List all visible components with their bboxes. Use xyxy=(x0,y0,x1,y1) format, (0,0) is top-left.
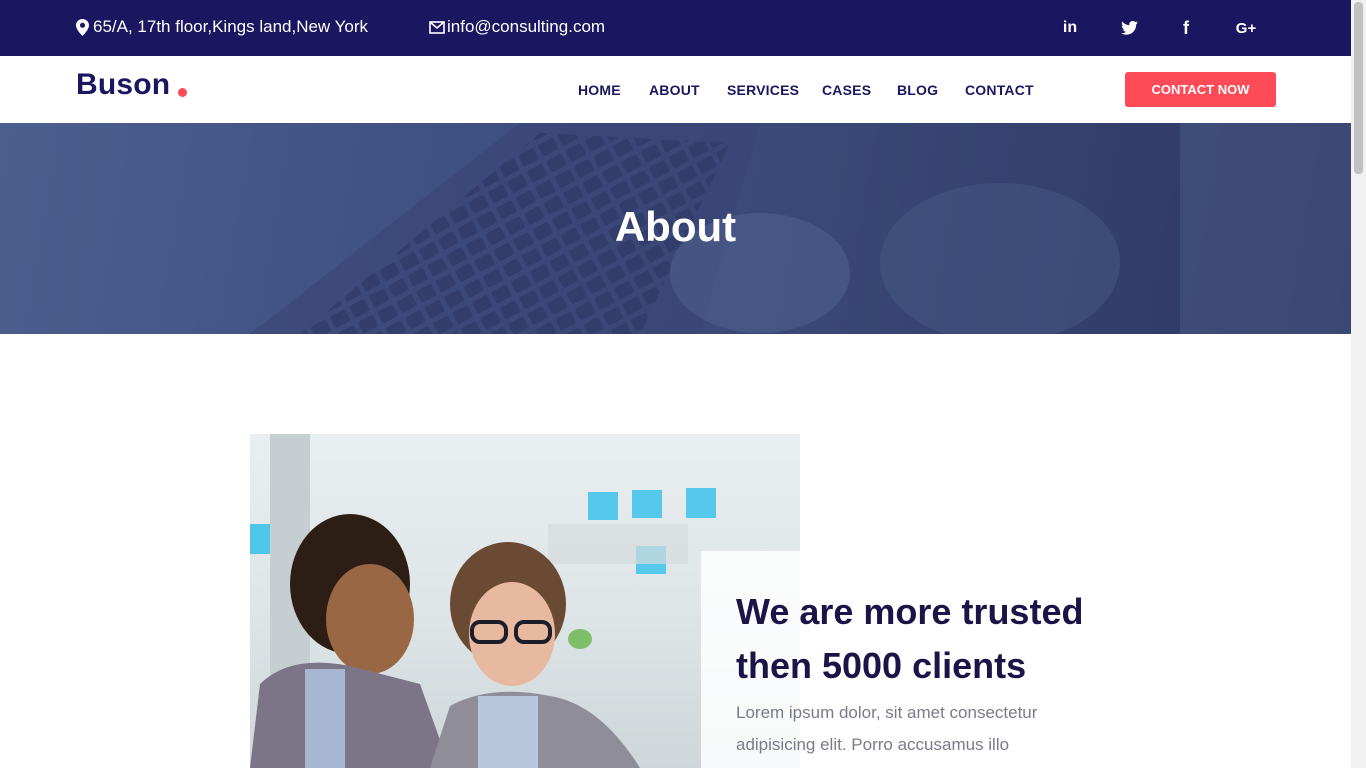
contact-now-button[interactable]: CONTACT NOW xyxy=(1125,72,1276,107)
google-plus-icon[interactable]: G+ xyxy=(1233,16,1259,40)
nav-contact[interactable]: CONTACT xyxy=(965,82,1034,98)
facebook-icon[interactable]: f xyxy=(1177,16,1195,40)
logo-dot xyxy=(178,88,187,97)
main-navbar: Buson HOME ABOUT SERVICES CASES BLOG CON… xyxy=(0,56,1351,123)
twitter-icon[interactable] xyxy=(1119,16,1139,40)
nav-home[interactable]: HOME xyxy=(578,82,621,98)
nav-about[interactable]: ABOUT xyxy=(649,82,700,98)
linkedin-icon[interactable]: in xyxy=(1060,16,1080,40)
about-heading: We are more trusted then 5000 clients xyxy=(736,591,1084,686)
address-text: 65/A, 17th floor,Kings land,New York xyxy=(93,17,369,36)
email-text[interactable]: info@consulting.com xyxy=(447,17,605,37)
page-banner: About xyxy=(0,123,1351,334)
logo[interactable]: Buson xyxy=(76,68,170,102)
scrollbar-thumb[interactable] xyxy=(1354,2,1363,174)
top-info-bar: 65/A, 17th floor,Kings land,New York inf… xyxy=(0,0,1351,56)
map-marker-icon xyxy=(76,18,89,36)
nav-cases[interactable]: CASES xyxy=(822,82,871,98)
page-scrollbar[interactable] xyxy=(1351,0,1366,768)
nav-blog[interactable]: BLOG xyxy=(897,82,938,98)
about-paragraph: Lorem ipsum dolor, sit amet consectetur … xyxy=(736,703,1038,754)
address: 65/A, 17th floor,Kings land,New York xyxy=(76,17,368,37)
envelope-icon xyxy=(429,20,445,34)
nav-services[interactable]: SERVICES xyxy=(727,82,799,98)
page-title: About xyxy=(614,203,737,250)
email[interactable]: info@consulting.com xyxy=(429,17,605,37)
